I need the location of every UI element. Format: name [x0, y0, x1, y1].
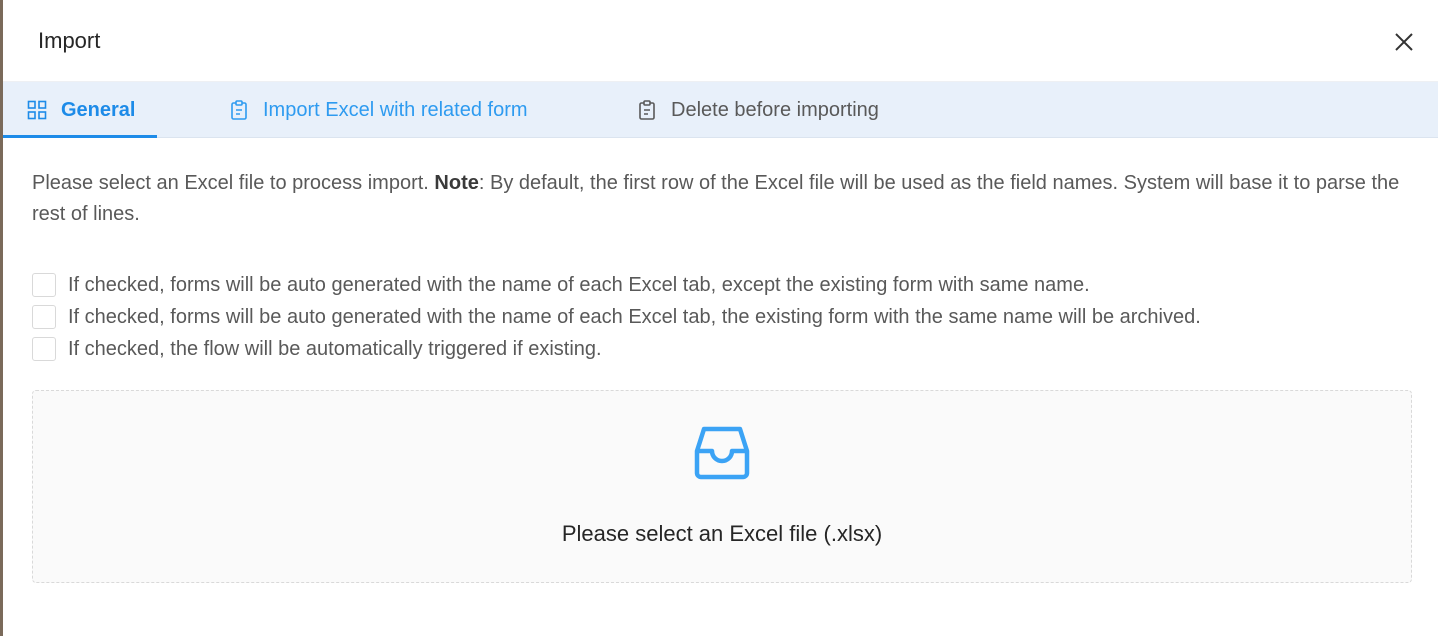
tab-delete-before-importing[interactable]: Delete before importing	[637, 82, 879, 138]
tab-bar: General Import Excel with related form D…	[3, 82, 1438, 138]
modal-header: Import	[3, 0, 1438, 82]
tab-label: Import Excel with related form	[263, 98, 528, 121]
checkbox[interactable]	[32, 273, 56, 297]
option-label: If checked, forms will be auto generated…	[68, 273, 1090, 296]
import-modal: Import General Import Excel with related…	[3, 0, 1438, 636]
clipboard-icon	[231, 100, 247, 120]
modal-title: Import	[38, 28, 101, 53]
option-trigger-flow[interactable]: If checked, the flow will be automatical…	[32, 337, 602, 361]
import-note: Please select an Excel file to process i…	[32, 168, 1422, 230]
tab-general[interactable]: General	[27, 82, 135, 138]
dropzone-text: Please select an Excel file (.xlsx)	[561, 521, 883, 546]
option-label: If checked, the flow will be automatical…	[68, 337, 602, 360]
tab-label: Delete before importing	[671, 98, 879, 121]
option-auto-generate-skip-existing[interactable]: If checked, forms will be auto generated…	[32, 273, 1090, 297]
close-icon	[1395, 33, 1413, 51]
note-prefix: Please select an Excel file to process i…	[32, 172, 435, 194]
file-dropzone[interactable]: Please select an Excel file (.xlsx)	[32, 390, 1412, 583]
inbox-icon	[694, 426, 750, 480]
clipboard-icon	[639, 100, 655, 120]
tab-label: General	[61, 98, 136, 121]
checkbox[interactable]	[32, 305, 56, 329]
tab-import-excel-related-form[interactable]: Import Excel with related form	[229, 82, 528, 138]
active-tab-indicator	[3, 135, 157, 138]
note-bold: Note	[434, 172, 479, 194]
grid-icon	[27, 100, 47, 120]
option-auto-generate-archive-existing[interactable]: If checked, forms will be auto generated…	[32, 305, 1201, 329]
close-button[interactable]	[1392, 30, 1416, 54]
checkbox[interactable]	[32, 337, 56, 361]
option-label: If checked, forms will be auto generated…	[68, 305, 1201, 328]
